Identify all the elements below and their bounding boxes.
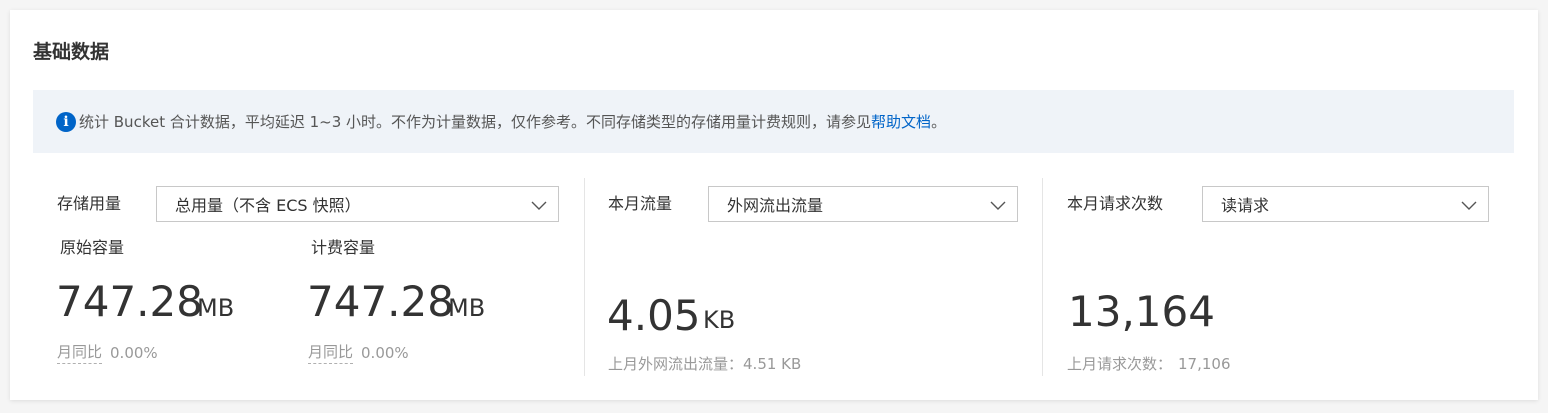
billed-capacity-unit: MB	[448, 294, 486, 322]
section-divider	[584, 178, 585, 376]
yoy-value: 0.00%	[361, 344, 409, 362]
yoy-value: 0.00%	[110, 344, 158, 362]
requests-last-month-value: 17,106	[1178, 355, 1231, 373]
yoy-label: 月同比	[57, 342, 103, 364]
billed-capacity-compare: 月同比 0.00%	[308, 342, 409, 364]
traffic-unit: KB	[703, 306, 736, 334]
help-doc-link[interactable]: 帮助文档	[871, 111, 931, 132]
requests-last-month-label: 上月请求次数：	[1067, 355, 1173, 373]
notice-text: 统计 Bucket 合计数据，平均延迟 1~3 小时。不作为计量数据，仅作参考。…	[79, 113, 872, 131]
request-type-select[interactable]: 读请求	[1202, 186, 1489, 222]
billed-capacity-label: 计费容量	[311, 238, 376, 257]
traffic-last-month-label: 上月外网流出流量：	[608, 355, 744, 373]
basic-data-card: 基础数据 i 统计 Bucket 合计数据，平均延迟 1~3 小时。不作为计量数…	[10, 10, 1538, 400]
original-capacity-compare: 月同比 0.00%	[57, 342, 158, 364]
chevron-down-icon	[990, 201, 1006, 210]
original-capacity-value: 747.28	[56, 277, 203, 326]
storage-type-select-value: 总用量（不含 ECS 快照）	[175, 196, 361, 215]
chevron-down-icon	[1461, 201, 1477, 210]
card-title: 基础数据	[33, 41, 110, 63]
yoy-label: 月同比	[308, 342, 354, 364]
billed-capacity-value: 747.28	[307, 277, 454, 326]
chevron-down-icon	[531, 201, 547, 210]
request-type-select-value: 读请求	[1221, 196, 1270, 215]
traffic-type-select[interactable]: 外网流出流量	[708, 186, 1018, 222]
original-capacity-label: 原始容量	[60, 238, 125, 257]
info-notice: i 统计 Bucket 合计数据，平均延迟 1~3 小时。不作为计量数据，仅作参…	[33, 90, 1514, 153]
section-divider	[1042, 178, 1043, 376]
traffic-last-month-value: 4.51 KB	[743, 355, 802, 373]
original-capacity-unit: MB	[197, 294, 235, 322]
storage-usage-label: 存储用量	[57, 194, 122, 213]
monthly-requests-label: 本月请求次数	[1067, 194, 1164, 213]
requests-value: 13,164	[1068, 287, 1215, 336]
traffic-type-select-value: 外网流出流量	[727, 196, 824, 215]
monthly-traffic-label: 本月流量	[608, 194, 673, 213]
info-icon: i	[56, 111, 76, 132]
notice-suffix: 。	[931, 113, 947, 131]
traffic-last-month: 上月外网流出流量：4.51 KB	[608, 354, 801, 374]
traffic-value: 4.05	[607, 291, 701, 340]
requests-last-month: 上月请求次数： 17,106	[1067, 354, 1231, 374]
storage-type-select[interactable]: 总用量（不含 ECS 快照）	[156, 186, 559, 222]
